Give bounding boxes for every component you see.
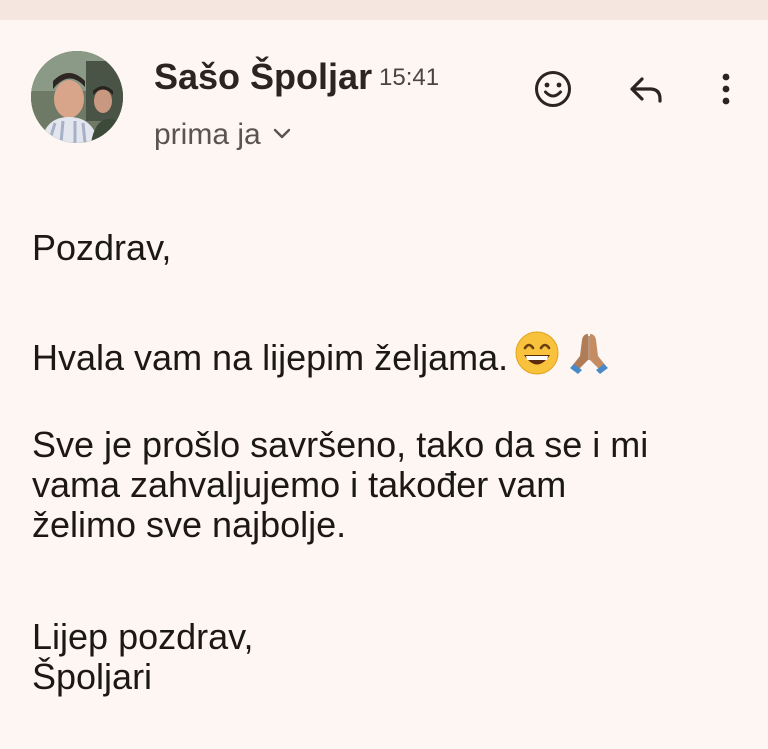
- avatar[interactable]: [31, 51, 123, 143]
- more-vert-icon[interactable]: [704, 67, 748, 111]
- chevron-down-icon[interactable]: [273, 114, 291, 148]
- recipient-details[interactable]: prima ja: [154, 118, 291, 152]
- closing-block: Lijep pozdrav, Špoljari: [32, 617, 742, 697]
- greeting: Pozdrav,: [32, 227, 172, 268]
- reply-icon[interactable]: [624, 67, 668, 111]
- paragraph-line: vama zahvaljujemo i također vam: [32, 464, 567, 505]
- message-header: Sašo Špoljar 15:41 prima ja: [0, 20, 768, 170]
- message-time: 15:41: [379, 64, 440, 91]
- recipient-label: prima ja: [154, 118, 261, 151]
- top-band: [0, 0, 768, 20]
- paragraph-main: Sve je prošlo savršeno, tako da se i mi …: [32, 425, 742, 545]
- avatar-photo: [31, 51, 123, 143]
- closing: Lijep pozdrav,: [32, 616, 254, 657]
- folded-hands-emoji: [566, 330, 612, 384]
- thanks-line: Hvala vam na lijepim željama.: [32, 330, 742, 384]
- smile-icon[interactable]: [531, 67, 575, 111]
- sender-name[interactable]: Sašo Špoljar: [154, 56, 372, 98]
- thanks-text: Hvala vam na lijepim željama.: [32, 337, 509, 378]
- paragraph-line: Sve je prošlo savršeno, tako da se i mi: [32, 424, 649, 465]
- paragraph-line: želimo sve najbolje.: [32, 504, 347, 545]
- grinning-face-emoji: [514, 330, 560, 384]
- signature: Špoljari: [32, 656, 153, 697]
